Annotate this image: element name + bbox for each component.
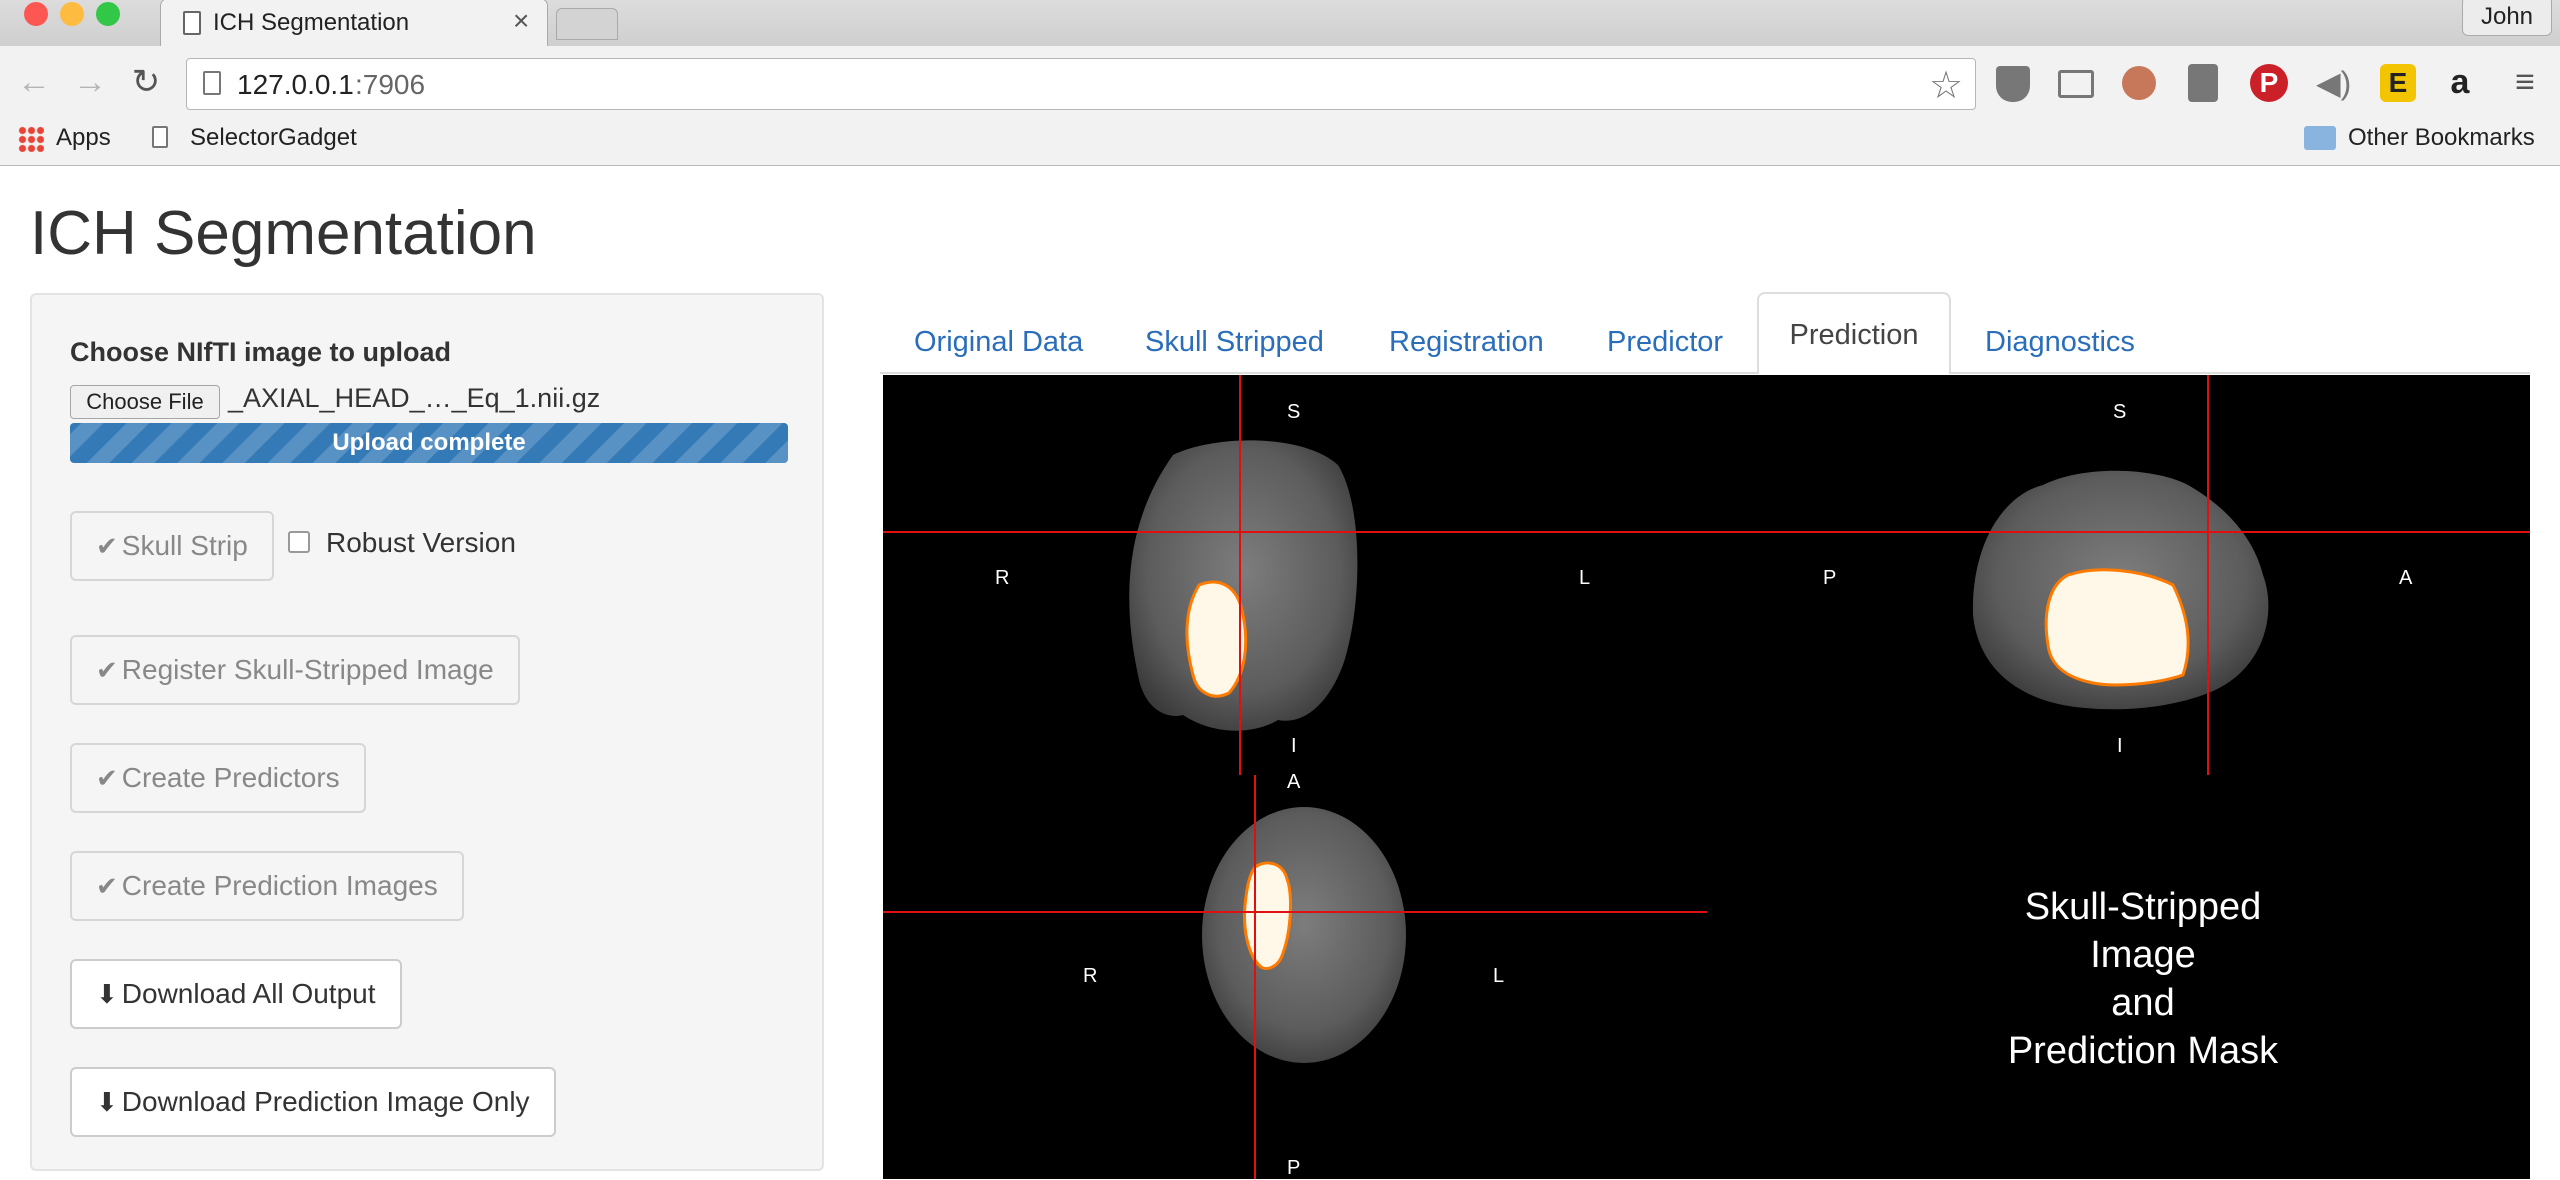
axial-left-label: R xyxy=(1083,965,1098,987)
address-bar[interactable]: 127.0.0.1 :7906 ☆ xyxy=(186,58,1976,110)
back-icon[interactable]: ← xyxy=(14,62,54,102)
upload-progress-fill: Upload complete xyxy=(70,423,788,463)
close-window-button[interactable] xyxy=(24,2,48,26)
upload-status: Upload complete xyxy=(332,429,526,456)
url-port: :7906 xyxy=(355,69,426,100)
e-extension-icon[interactable]: E xyxy=(2380,64,2416,102)
page-icon xyxy=(152,126,168,148)
sagittal-left-label: P xyxy=(1823,567,1837,589)
upload-progress-bar: Upload complete xyxy=(70,423,788,463)
robust-version-label[interactable]: Robust Version xyxy=(326,527,516,559)
orthographic-viewer[interactable]: S I R L S I P A A P R L Skull-Stripped I… xyxy=(883,375,2530,1179)
coronal-bottom-label: I xyxy=(1291,735,1297,757)
axial-top-label: A xyxy=(1287,771,1301,793)
folder-icon xyxy=(2304,126,2336,150)
upload-label: Choose NIfTI image to upload xyxy=(70,337,452,367)
other-bookmarks[interactable]: Other Bookmarks xyxy=(2348,124,2535,152)
bookmark-star-icon[interactable]: ☆ xyxy=(1929,63,1963,108)
reload-icon[interactable]: ↻ xyxy=(126,62,166,102)
download-icon: ⬇ xyxy=(96,1087,118,1117)
zoom-window-button[interactable] xyxy=(96,2,120,26)
tab-predictor[interactable]: Predictor xyxy=(1573,310,1757,374)
tab-registration[interactable]: Registration xyxy=(1355,310,1578,374)
tomato-extension-icon[interactable] xyxy=(2122,66,2156,100)
bookmark-apps[interactable]: Apps xyxy=(56,124,111,152)
ublock-extension-icon[interactable] xyxy=(1996,66,2030,102)
bookmark-selectorgadget[interactable]: SelectorGadget xyxy=(190,124,357,152)
tab-prediction[interactable]: Prediction xyxy=(1757,292,1951,374)
create-predictors-button[interactable]: ✔ Create Predictors xyxy=(70,743,366,813)
url-host: 127.0.0.1 xyxy=(237,69,354,100)
axial-bottom-label: P xyxy=(1287,1157,1301,1179)
tab-skull-stripped[interactable]: Skull Stripped xyxy=(1111,310,1358,374)
skull-strip-button[interactable]: ✔ Skull Strip xyxy=(70,511,274,581)
caption-line: Prediction Mask xyxy=(2007,1030,2279,1072)
download-prediction-button[interactable]: ⬇ Download Prediction Image Only xyxy=(70,1067,556,1137)
sagittal-top-label: S xyxy=(2113,401,2127,423)
download-all-button[interactable]: ⬇ Download All Output xyxy=(70,959,402,1029)
new-tab-button[interactable] xyxy=(556,8,618,40)
bookmarks-bar xyxy=(0,116,2560,166)
coronal-brain xyxy=(1129,440,1358,731)
tab-underline xyxy=(880,372,2530,374)
tab-diagnostics[interactable]: Diagnostics xyxy=(1951,310,2169,374)
axial-brain xyxy=(1202,807,1406,1063)
browser-tab-active[interactable]: ICH Segmentation × xyxy=(160,0,548,48)
create-prediction-images-button[interactable]: ✔ Create Prediction Images xyxy=(70,851,464,921)
viewer-caption: Skull-Stripped Image and Prediction Mask xyxy=(1963,883,2323,1075)
check-icon: ✔ xyxy=(96,531,118,561)
sagittal-right-label: A xyxy=(2399,567,2413,589)
forward-icon[interactable]: → xyxy=(70,62,110,102)
pinterest-icon[interactable]: P xyxy=(2250,64,2288,102)
check-icon: ✔ xyxy=(96,655,118,685)
close-tab-icon[interactable]: × xyxy=(513,5,529,37)
check-icon: ✔ xyxy=(96,871,118,901)
speaker-extension-icon[interactable]: ◀) xyxy=(2316,66,2356,100)
sagittal-bottom-label: I xyxy=(2117,735,2123,757)
register-button[interactable]: ✔ Register Skull-Stripped Image xyxy=(70,635,520,705)
page-icon xyxy=(183,11,201,35)
choose-file-button[interactable]: Choose File xyxy=(70,385,220,419)
caption-line: Image xyxy=(2090,934,2196,976)
cast-icon[interactable] xyxy=(2058,70,2094,98)
page-title: ICH Segmentation xyxy=(30,199,537,268)
coronal-mask xyxy=(1185,580,1248,698)
sagittal-mask xyxy=(2044,568,2190,687)
robust-version-checkbox[interactable] xyxy=(288,531,310,553)
check-icon: ✔ xyxy=(96,763,118,793)
sidebar-panel: Choose NIfTI image to upload Choose File… xyxy=(30,293,824,1171)
page-icon xyxy=(203,71,221,95)
caption-line: and xyxy=(2111,982,2175,1024)
axial-right-label: L xyxy=(1493,965,1505,987)
amazon-icon[interactable]: a xyxy=(2442,62,2478,102)
profile-button[interactable]: John xyxy=(2462,0,2552,36)
tab-original-data[interactable]: Original Data xyxy=(880,310,1117,374)
tab-title: ICH Segmentation xyxy=(213,9,410,36)
axial-mask xyxy=(1243,861,1292,970)
apps-grid-icon[interactable] xyxy=(18,126,44,152)
menu-icon[interactable]: ≡ xyxy=(2508,64,2542,100)
coronal-right-label: L xyxy=(1579,567,1591,589)
coronal-left-label: R xyxy=(995,567,1010,589)
caption-line: Skull-Stripped xyxy=(2024,886,2262,928)
file-name: _AXIAL_HEAD_…_Eq_1.nii.gz xyxy=(228,383,601,413)
download-icon: ⬇ xyxy=(96,979,118,1009)
evernote-clipper-icon[interactable] xyxy=(2188,64,2218,102)
minimize-window-button[interactable] xyxy=(60,2,84,26)
coronal-top-label: S xyxy=(1287,401,1301,423)
